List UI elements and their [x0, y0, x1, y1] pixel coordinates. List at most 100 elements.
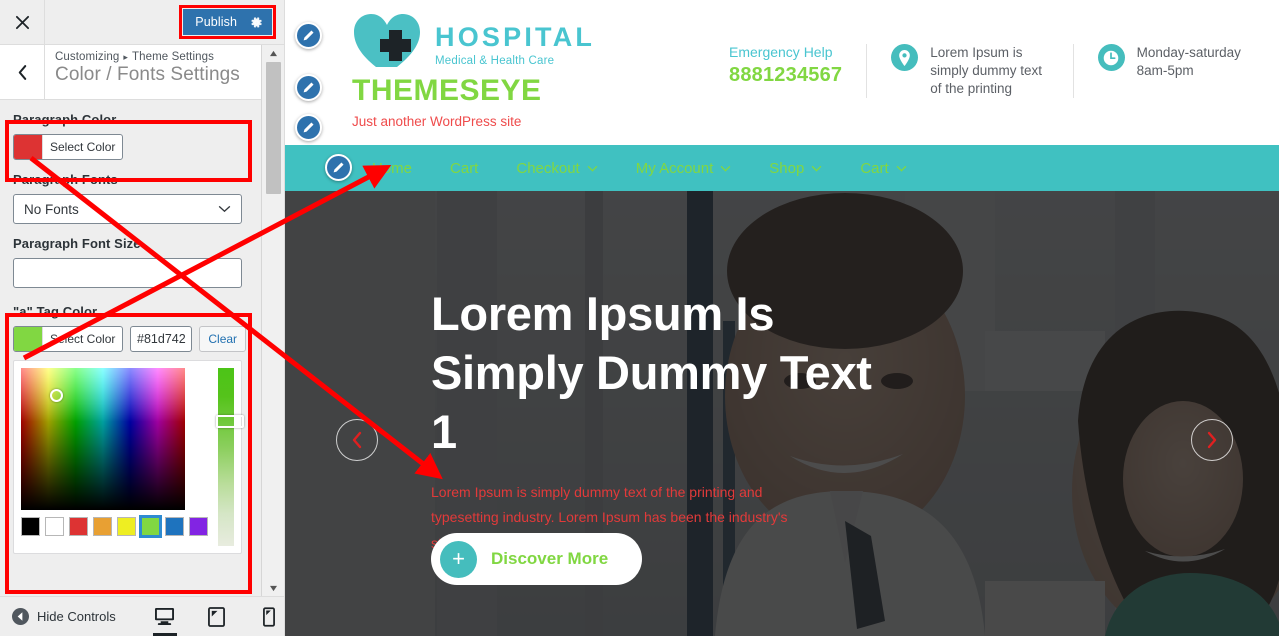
- paragraph-color-label: Paragraph Color: [13, 112, 117, 127]
- preset-swatch-purple[interactable]: [189, 517, 208, 536]
- preset-swatch-yellow[interactable]: [117, 517, 136, 536]
- nav-label: Checkout: [516, 159, 580, 177]
- paragraph-fonts-value: No Fonts: [24, 201, 79, 217]
- hero-next-button[interactable]: [1191, 419, 1233, 461]
- customizer-header: Publish: [0, 0, 284, 45]
- nav-item-cart[interactable]: Cart: [431, 160, 497, 177]
- paragraph-select-color-label: Select Color: [42, 135, 122, 159]
- preset-swatch-white[interactable]: [45, 517, 64, 536]
- nav-item-cart-2[interactable]: Cart: [841, 160, 925, 177]
- nav-item-checkout[interactable]: Checkout: [497, 160, 616, 177]
- chevron-left-icon: [352, 431, 362, 449]
- paragraph-font-size-label: Paragraph Font Size: [13, 236, 141, 251]
- heart-plus-logo-icon: [352, 10, 426, 70]
- emergency-help-number[interactable]: 8881234567: [729, 64, 842, 87]
- saturation-value-area[interactable]: [21, 368, 185, 510]
- collapse-left-icon: [12, 608, 29, 625]
- hero-prev-button[interactable]: [336, 419, 378, 461]
- scroll-up-button[interactable]: [262, 45, 284, 61]
- header-info-group: Emergency Help 8881234567 Lorem Ipsum is…: [705, 0, 1279, 145]
- hue-slider-handle[interactable]: [216, 415, 244, 428]
- chevron-right-icon: [1207, 431, 1217, 449]
- paragraph-fonts-label: Paragraph Fonts: [13, 172, 118, 187]
- scroll-down-button[interactable]: [262, 580, 284, 596]
- preset-swatch-red[interactable]: [69, 517, 88, 536]
- hue-slider[interactable]: [216, 368, 244, 546]
- hide-controls-button[interactable]: Hide Controls: [0, 608, 116, 625]
- customizer-scrollbar[interactable]: [261, 45, 284, 596]
- close-icon: [15, 15, 29, 29]
- nav-label: Cart: [860, 159, 889, 177]
- saturation-handle[interactable]: [50, 389, 63, 402]
- desktop-preview-button[interactable]: [152, 597, 178, 636]
- chevron-left-icon: [18, 64, 26, 80]
- nav-label: My Account: [635, 159, 714, 177]
- customizer-controls: Paragraph Color Select Color Paragraph F…: [0, 100, 262, 596]
- color-picker-popup: [13, 360, 244, 554]
- info-opening-hours: Monday-saturday 8am-5pm: [1072, 44, 1279, 98]
- publish-area: Publish: [45, 0, 284, 44]
- address-text: Lorem Ipsum is simply dummy text of the …: [930, 45, 1043, 96]
- hero-heading: Lorem Ipsum Is Simply Dummy Text 1: [431, 287, 872, 459]
- site-title: THEMESEYE: [352, 74, 542, 107]
- emergency-help-label: Emergency Help: [729, 44, 833, 60]
- desktop-icon: [155, 607, 175, 626]
- close-customizer-button[interactable]: [0, 0, 45, 44]
- nav-label: Shop: [769, 159, 805, 177]
- gear-icon: [251, 16, 262, 28]
- paragraph-fonts-select[interactable]: No Fonts: [13, 194, 242, 224]
- preset-swatch-orange[interactable]: [93, 517, 112, 536]
- edit-tagline-pencil[interactable]: [295, 114, 322, 141]
- nav-item-home[interactable]: Home: [353, 160, 431, 177]
- paragraph-color-picker-button[interactable]: Select Color: [13, 134, 124, 160]
- hero-slider: Lorem Ipsum Is Simply Dummy Text 1 Lorem…: [285, 191, 1279, 636]
- customizer-panel: Publish Customizing ▸ Theme Settings Color: [0, 0, 285, 636]
- hero-content: Lorem Ipsum Is Simply Dummy Text 1 Lorem…: [431, 284, 901, 556]
- a-tag-color-picker-button[interactable]: Select Color: [13, 326, 124, 352]
- paragraph-font-size-input[interactable]: [13, 258, 242, 288]
- brand-column: HOSPITAL Medical & Health Care THEMESEYE…: [285, 0, 705, 145]
- hide-controls-label: Hide Controls: [37, 609, 116, 624]
- discover-more-button[interactable]: + Discover More: [431, 533, 643, 585]
- paragraph-color-swatch: [14, 135, 42, 159]
- breadcrumb-line: Customizing ▸ Theme Settings: [55, 51, 240, 63]
- publish-button[interactable]: Publish: [183, 9, 272, 35]
- plus-icon: +: [440, 540, 477, 578]
- preset-swatch-green[interactable]: [139, 515, 162, 538]
- breadcrumb-separator-icon: ▸: [123, 52, 128, 62]
- discover-more-label: Discover More: [491, 549, 609, 568]
- tablet-preview-button[interactable]: [204, 597, 230, 636]
- info-emergency-help: Emergency Help 8881234567: [705, 44, 866, 98]
- logo-name: HOSPITAL: [435, 22, 596, 52]
- chevron-down-icon: [218, 205, 231, 213]
- mobile-preview-button[interactable]: [256, 597, 282, 636]
- caret-up-icon: [270, 50, 277, 56]
- breadcrumb-section: Theme Settings: [132, 51, 214, 63]
- preset-swatch-list: [21, 515, 208, 538]
- preset-swatch-black[interactable]: [21, 517, 40, 536]
- a-tag-color-swatch: [14, 327, 42, 351]
- info-address: Lorem Ipsum is simply dummy text of the …: [866, 44, 1072, 98]
- logo-row[interactable]: HOSPITAL Medical & Health Care: [352, 10, 705, 72]
- nav-item-shop[interactable]: Shop: [750, 160, 841, 177]
- edit-logo-pencil[interactable]: [295, 22, 322, 49]
- screen: HOSPITAL Medical & Health Care THEMESEYE…: [0, 0, 1279, 636]
- chevron-down-icon: [896, 165, 907, 172]
- a-tag-color-label: "a" Tag Color: [13, 304, 98, 319]
- back-button[interactable]: [0, 45, 45, 99]
- chevron-down-icon: [587, 165, 598, 172]
- edit-menu-pencil[interactable]: [325, 154, 352, 181]
- a-tag-select-color-label: Select Color: [42, 327, 122, 351]
- a-tag-color-clear-button[interactable]: Clear: [199, 326, 247, 352]
- nav-item-my-account[interactable]: My Account: [617, 160, 751, 177]
- logo-tagline: Medical & Health Care: [435, 55, 555, 67]
- scrollbar-thumb[interactable]: [266, 62, 281, 194]
- site-preview-frame: HOSPITAL Medical & Health Care THEMESEYE…: [285, 0, 1279, 636]
- preset-swatch-blue[interactable]: [165, 517, 184, 536]
- nav-label: Home: [372, 159, 413, 177]
- main-navigation: Home Cart Checkout My Account Shop Cart: [285, 145, 1279, 191]
- breadcrumb-root: Customizing: [55, 51, 120, 63]
- controls-section: Paragraph Color Select Color Paragraph F…: [0, 112, 262, 554]
- a-tag-color-hex-input[interactable]: #81d742: [130, 326, 193, 352]
- edit-site-title-pencil[interactable]: [295, 74, 322, 101]
